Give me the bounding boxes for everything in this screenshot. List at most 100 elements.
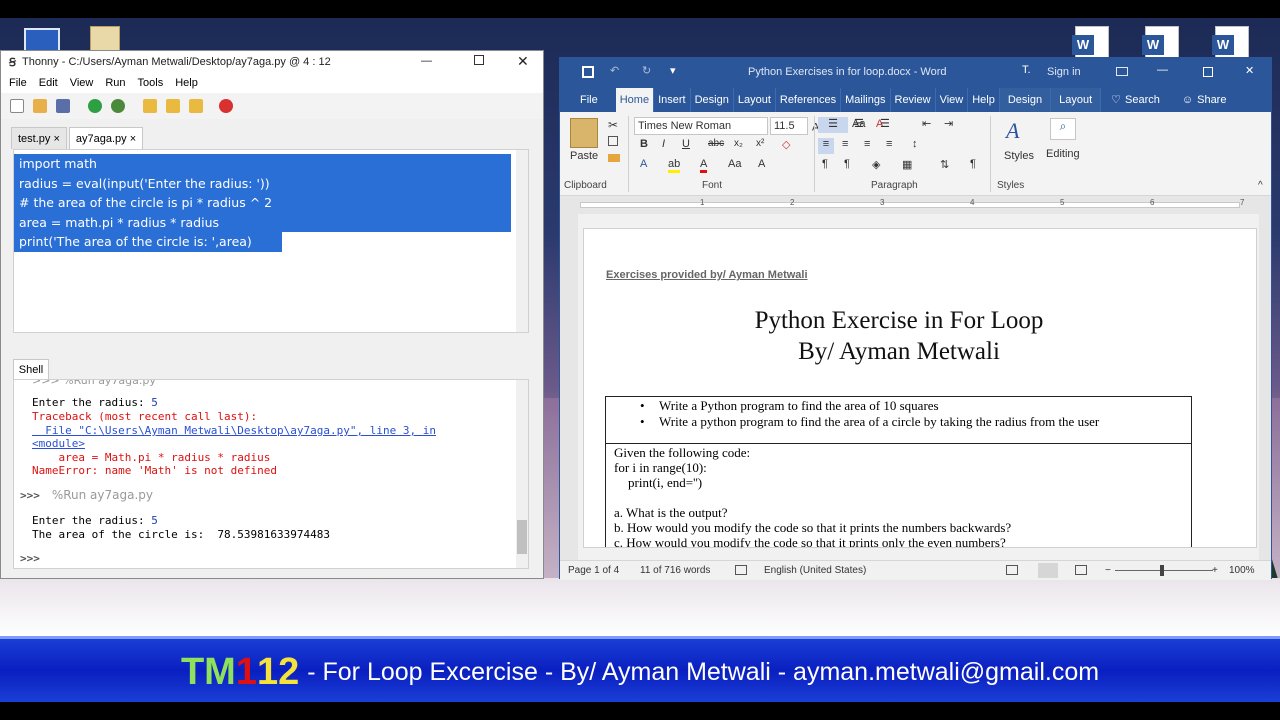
styles-button[interactable]: Styles xyxy=(1004,150,1034,162)
highlight-icon[interactable]: ab xyxy=(668,158,681,173)
language[interactable]: English (United States) xyxy=(764,565,866,576)
zoom-in-icon[interactable]: + xyxy=(1212,565,1218,576)
customize-icon[interactable]: ▾ xyxy=(670,64,676,77)
shell-error-link[interactable]: <module> xyxy=(32,437,85,450)
shell-scrollbar[interactable] xyxy=(516,380,528,568)
numbering-icon[interactable]: ☰ xyxy=(854,117,864,130)
font-name-dropdown[interactable]: Times New Roman xyxy=(634,117,768,135)
ruler[interactable]: 1 2 3 4 5 6 7 xyxy=(560,196,1271,214)
italic-icon[interactable]: I xyxy=(662,138,665,150)
menu-help[interactable]: Help xyxy=(175,77,198,89)
print-layout-icon[interactable] xyxy=(1038,563,1058,578)
shading-icon[interactable]: ◈ xyxy=(872,158,880,171)
save-icon[interactable] xyxy=(582,66,594,78)
line-spacing-icon[interactable]: ↕ xyxy=(912,138,918,150)
zoom-handle[interactable] xyxy=(1160,565,1164,576)
styles-icon[interactable]: A xyxy=(1006,118,1019,144)
ltr-icon[interactable]: ¶ xyxy=(822,158,828,170)
code-editor[interactable]: import math radius = eval(input('Enter t… xyxy=(13,149,529,333)
align-center-icon[interactable]: ≡ xyxy=(842,138,848,150)
save-icon[interactable] xyxy=(56,99,70,113)
word-document-icon[interactable]: W xyxy=(1142,26,1179,60)
search-box[interactable]: Search xyxy=(1125,88,1164,112)
sort-icon[interactable]: ⇅ xyxy=(940,158,949,171)
paste-icon[interactable] xyxy=(570,118,598,148)
underline-icon[interactable]: U xyxy=(682,138,690,150)
minimize-icon[interactable]: — xyxy=(1157,64,1168,76)
menu-tools[interactable]: Tools xyxy=(138,77,164,89)
char-size-icon[interactable]: Aa xyxy=(728,158,741,170)
tab-mailings[interactable]: Mailings xyxy=(841,88,891,112)
word-document-icon[interactable]: W xyxy=(1212,26,1249,60)
collapse-ribbon-icon[interactable]: ^ xyxy=(1258,180,1263,191)
editor-scrollbar[interactable] xyxy=(516,150,528,332)
tab-references[interactable]: References xyxy=(776,88,842,112)
tab-table-layout[interactable]: Layout xyxy=(1051,88,1102,112)
step-into-icon[interactable] xyxy=(166,99,180,113)
menu-edit[interactable]: Edit xyxy=(39,77,58,89)
document-page[interactable]: Exercises provided by/ Ayman Metwali Pyt… xyxy=(583,228,1257,548)
char-border-icon[interactable]: A xyxy=(758,158,765,170)
new-file-icon[interactable] xyxy=(10,99,24,113)
zoom-slider[interactable] xyxy=(1115,570,1213,571)
tab-test-py[interactable]: test.py × xyxy=(11,127,67,149)
zoom-out-icon[interactable]: − xyxy=(1105,565,1111,576)
shell-tab[interactable]: Shell xyxy=(13,359,49,379)
stop-icon[interactable] xyxy=(219,99,233,113)
word-count[interactable]: 11 of 716 words xyxy=(640,565,710,576)
increase-indent-icon[interactable]: ⇥ xyxy=(944,117,953,130)
maximize-icon[interactable] xyxy=(1203,67,1213,77)
maximize-icon[interactable] xyxy=(474,55,484,65)
show-marks-icon[interactable]: ¶ xyxy=(970,158,976,170)
close-icon[interactable]: ✕ xyxy=(1245,64,1254,77)
find-icon[interactable]: ⌕ xyxy=(1050,118,1076,140)
redo-icon[interactable]: ↻ xyxy=(642,64,651,77)
ribbon-display-icon[interactable]: T. xyxy=(1022,64,1031,76)
page-count[interactable]: Page 1 of 4 xyxy=(568,565,619,576)
bullets-icon[interactable]: ☰ xyxy=(818,117,848,133)
menu-run[interactable]: Run xyxy=(105,77,125,89)
tab-layout[interactable]: Layout xyxy=(734,88,776,112)
borders-icon[interactable]: ▦ xyxy=(902,158,912,171)
read-mode-icon[interactable] xyxy=(1006,565,1018,575)
align-left-icon[interactable]: ≡ xyxy=(818,138,834,154)
ribbon-options-icon[interactable] xyxy=(1116,67,1128,76)
multilevel-icon[interactable]: ☰ xyxy=(880,117,890,130)
tab-view[interactable]: View xyxy=(936,88,969,112)
format-painter-icon[interactable] xyxy=(608,154,620,162)
subscript-icon[interactable]: x₂ xyxy=(734,138,743,149)
tab-home[interactable]: Home xyxy=(615,88,655,112)
shell-error-link[interactable]: File "C:\Users\Ayman Metwali\Desktop\ay7… xyxy=(32,424,436,437)
menu-file[interactable]: File xyxy=(9,77,27,89)
editing-button[interactable]: Editing xyxy=(1046,148,1080,160)
align-right-icon[interactable]: ≡ xyxy=(864,138,870,150)
word-document-icon[interactable]: W xyxy=(1072,26,1109,60)
lightbulb-icon[interactable]: ♡ xyxy=(1107,88,1125,112)
debug-icon[interactable] xyxy=(111,99,125,113)
justify-icon[interactable]: ≡ xyxy=(886,138,892,150)
menu-view[interactable]: View xyxy=(70,77,94,89)
font-color-icon[interactable]: A xyxy=(700,158,708,173)
sign-in-link[interactable]: Sign in xyxy=(1047,66,1081,78)
superscript-icon[interactable]: x² xyxy=(756,138,764,149)
tab-ay7aga-py[interactable]: ay7aga.py × xyxy=(68,127,144,149)
open-folder-icon[interactable] xyxy=(33,99,47,113)
copy-icon[interactable] xyxy=(608,136,618,146)
undo-icon[interactable]: ↶ xyxy=(610,64,619,77)
strikethrough-icon[interactable]: abc xyxy=(708,138,724,149)
decrease-indent-icon[interactable]: ⇤ xyxy=(922,117,931,130)
font-size-dropdown[interactable]: 11.5 xyxy=(770,117,808,135)
tab-design[interactable]: Design xyxy=(691,88,734,112)
close-icon[interactable]: ✕ xyxy=(517,53,529,70)
share-icon[interactable]: ☺ xyxy=(1178,88,1197,112)
tab-review[interactable]: Review xyxy=(891,88,936,112)
tab-insert[interactable]: Insert xyxy=(654,88,691,112)
web-layout-icon[interactable] xyxy=(1075,565,1087,575)
paste-button[interactable]: Paste xyxy=(570,150,598,162)
step-out-icon[interactable] xyxy=(189,99,203,113)
step-over-icon[interactable] xyxy=(143,99,157,113)
tab-help[interactable]: Help xyxy=(968,88,1000,112)
text-effects-icon[interactable]: ◇ xyxy=(782,138,790,151)
bold-icon[interactable]: B xyxy=(640,138,648,150)
word-scrollbar[interactable] xyxy=(1259,214,1271,560)
